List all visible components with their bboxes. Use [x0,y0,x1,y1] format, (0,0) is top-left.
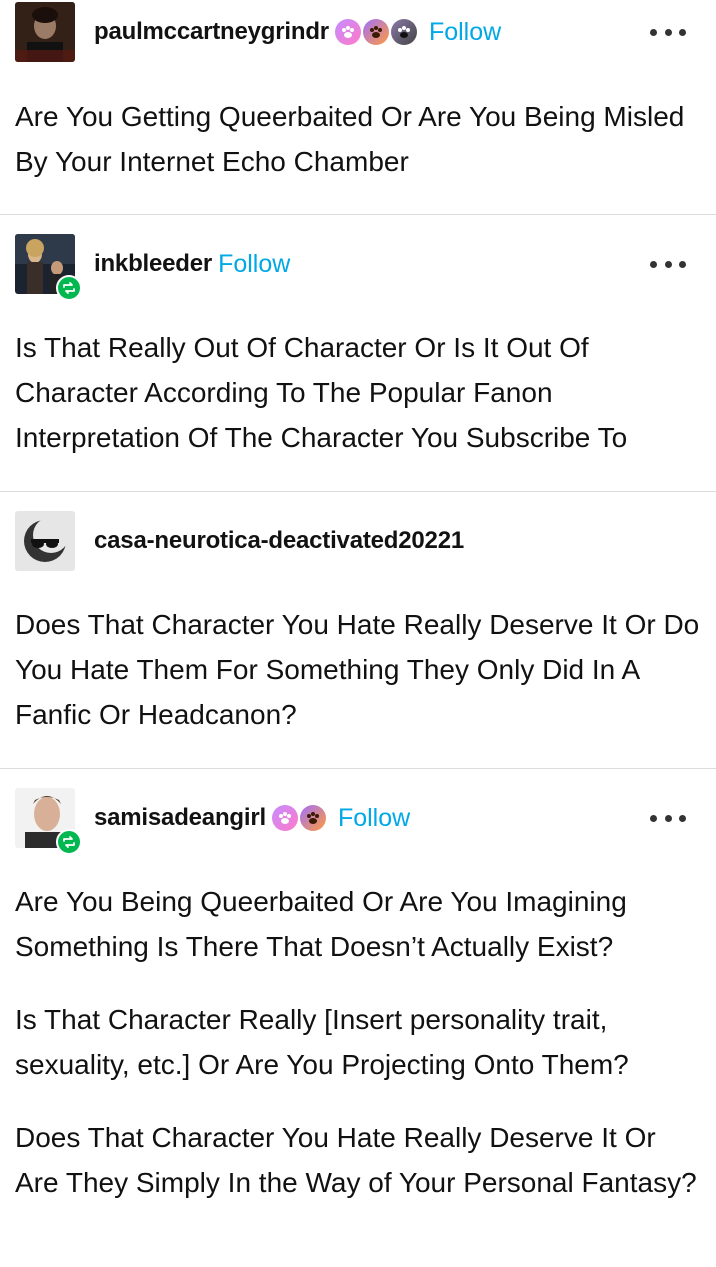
post: samisadeangirl Follow Are You Being Quee… [0,769,716,1267]
username[interactable]: paulmccartneygrindr [94,18,329,46]
follow-button[interactable]: Follow [218,250,290,279]
post-text: Is That Character Really [Insert persona… [15,1004,629,1080]
avatar[interactable] [15,788,82,855]
reblog-icon [56,275,82,301]
avatar[interactable] [15,511,75,571]
post-header: casa-neurotica-deactivated20221 [0,511,716,571]
paw-badge-pink-icon[interactable] [271,805,298,831]
post-text: Are You Being Queerbaited Or Are You Ima… [15,886,627,962]
avatar[interactable] [15,234,82,301]
post-text: Does That Character You Hate Really Dese… [15,609,700,730]
paw-badge-black-icon[interactable] [390,19,417,45]
username[interactable]: inkbleeder [94,250,212,278]
username-row: paulmccartneygrindr Follow [94,2,501,62]
reblog-icon [56,829,82,855]
post: casa-neurotica-deactivated20221 Does Tha… [0,492,716,769]
paw-badge-orange-icon[interactable] [362,19,389,45]
post: inkbleeder Follow Is That Really Out Of … [0,215,716,492]
more-options-icon[interactable] [650,254,686,274]
avatar-image [15,2,75,62]
avatar[interactable] [15,2,75,62]
more-options-icon[interactable] [650,808,686,828]
username[interactable]: casa-neurotica-deactivated20221 [94,527,464,555]
post-text: Does That Character You Hate Really Dese… [15,1122,697,1198]
post-text: Are You Getting Queerbaited Or Are You B… [15,101,685,177]
paw-badge-pink-icon[interactable] [334,19,361,45]
badges [271,805,328,831]
more-options-icon[interactable] [650,22,686,42]
badges [334,19,419,45]
avatar-image [15,511,75,571]
post-text: Is That Really Out Of Character Or Is It… [15,332,628,453]
post-body: Does That Character You Hate Really Dese… [0,552,716,737]
username-row: inkbleeder Follow [94,234,290,294]
post-header: inkbleeder Follow [0,234,716,301]
follow-button[interactable]: Follow [338,804,410,833]
username-row: casa-neurotica-deactivated20221 [94,511,464,571]
username-row: samisadeangirl Follow [94,788,410,848]
post-header: samisadeangirl Follow [0,788,716,855]
post-header: paulmccartneygrindr Follow [0,2,716,62]
post-body: Are You Getting Queerbaited Or Are You B… [0,60,716,184]
username[interactable]: samisadeangirl [94,804,266,832]
post-body: Are You Being Queerbaited Or Are You Ima… [0,829,716,1205]
paw-badge-orange-icon[interactable] [299,805,326,831]
post: paulmccartneygrindr Follow Are You Getti… [0,0,716,215]
post-body: Is That Really Out Of Character Or Is It… [0,275,716,460]
follow-button[interactable]: Follow [429,18,501,47]
